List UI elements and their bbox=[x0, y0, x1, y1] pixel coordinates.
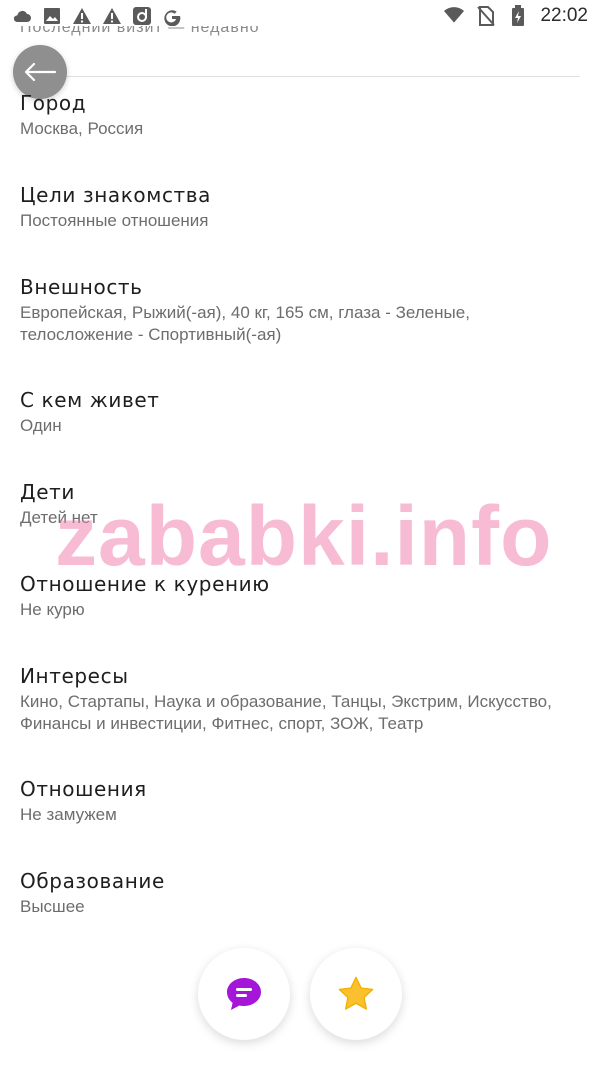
status-left-icons bbox=[12, 6, 182, 26]
no-sim-icon bbox=[476, 6, 496, 26]
section-appearance: Внешность Европейская, Рыжий(-ая), 40 кг… bbox=[20, 274, 580, 346]
section-lives-with: С кем живет Один bbox=[20, 387, 580, 437]
section-children: Дети Детей нет bbox=[20, 479, 580, 529]
header-partial-text: Последний визит — недавно bbox=[20, 26, 260, 36]
section-value: Постоянные отношения bbox=[20, 211, 209, 230]
section-dating-goals: Цели знакомства Постоянные отношения bbox=[20, 182, 580, 232]
section-value: Европейская, Рыжий(-ая), 40 кг, 165 см, … bbox=[20, 303, 470, 344]
status-right-icons: 22:02 bbox=[444, 5, 588, 27]
section-smoking: Отношение к курению Не курю bbox=[20, 571, 580, 621]
scrolled-header-text: Последний визит — недавно bbox=[20, 26, 580, 38]
warning-icon bbox=[72, 6, 92, 26]
cloud-icon bbox=[12, 6, 32, 26]
section-relationship: Отношения Не замужем bbox=[20, 776, 580, 826]
section-title: Отношения bbox=[20, 777, 147, 801]
section-title: Цели знакомства bbox=[20, 183, 212, 207]
section-value: Не замужем bbox=[20, 805, 117, 824]
section-value: Кино, Стартапы, Наука и образование, Тан… bbox=[20, 692, 552, 733]
section-title: Интересы bbox=[20, 664, 129, 688]
section-value: Детей нет bbox=[20, 508, 98, 527]
message-button[interactable] bbox=[198, 948, 290, 1040]
section-value: Не курю bbox=[20, 600, 85, 619]
star-icon bbox=[338, 976, 374, 1010]
section-education: Образование Высшее bbox=[20, 868, 580, 918]
header-divider bbox=[20, 76, 580, 77]
section-interests: Интересы Кино, Стартапы, Наука и образов… bbox=[20, 663, 580, 735]
section-title: Отношение к курению bbox=[20, 572, 270, 596]
favorite-button[interactable] bbox=[310, 948, 402, 1040]
wifi-icon bbox=[444, 6, 465, 26]
section-title: С кем живет bbox=[20, 388, 160, 412]
section-title: Дети bbox=[20, 480, 75, 504]
battery-charging-icon bbox=[508, 5, 528, 26]
section-value: Москва, Россия bbox=[20, 119, 144, 138]
warning-icon bbox=[102, 6, 122, 26]
section-city: Город Москва, Россия bbox=[20, 90, 580, 140]
section-value: Высшее bbox=[20, 897, 85, 916]
arrow-left-icon bbox=[24, 62, 57, 82]
chat-bubble-icon bbox=[227, 978, 261, 1010]
section-title: Город bbox=[20, 91, 87, 115]
app-icon bbox=[132, 6, 152, 26]
image-icon bbox=[42, 6, 62, 26]
status-time: 22:02 bbox=[540, 5, 588, 26]
google-icon bbox=[162, 6, 182, 26]
section-value: Один bbox=[20, 416, 62, 435]
section-title: Образование bbox=[20, 869, 165, 893]
section-title: Внешность bbox=[20, 275, 143, 299]
